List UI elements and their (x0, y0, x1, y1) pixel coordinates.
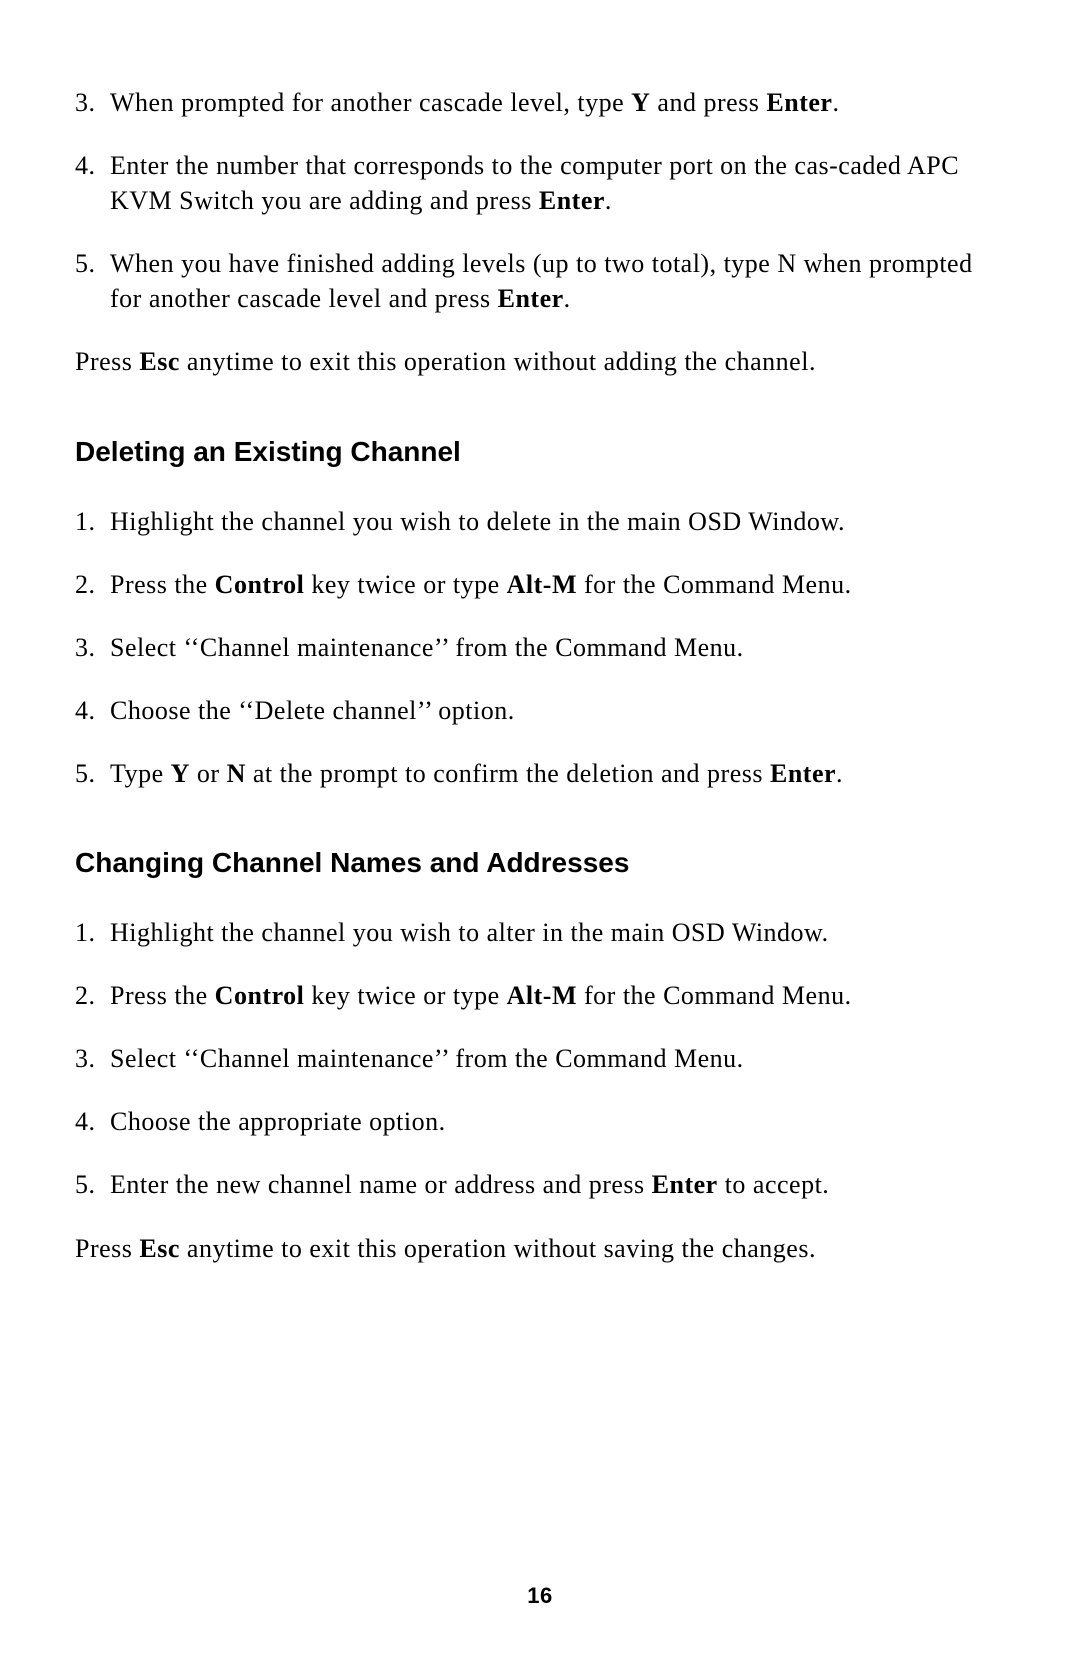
text: for the Command Menu. (577, 981, 852, 1010)
section-heading: Deleting an Existing Channel (75, 436, 1005, 468)
text: for the Command Menu. (577, 570, 852, 599)
list-item: 3. When prompted for another cascade lev… (75, 85, 1005, 120)
text: Press the (110, 570, 215, 599)
bold-text: Alt-M (507, 570, 577, 599)
section-changing: Changing Channel Names and Addresses 1. … (75, 847, 1005, 1266)
text: . (564, 284, 571, 313)
section-deleting: Deleting an Existing Channel 1. Highligh… (75, 436, 1005, 791)
text: Select ‘‘Channel maintenance’’ from the … (110, 1044, 744, 1073)
text: and press (650, 88, 766, 117)
list-number: 1. (75, 504, 96, 539)
section-continued: 3. When prompted for another cascade lev… (75, 85, 1005, 380)
list-number: 5. (75, 246, 96, 281)
page-number: 16 (0, 1583, 1080, 1609)
list-item: 4. Choose the ‘‘Delete channel’’ option. (75, 693, 1005, 728)
text: key twice or type (304, 570, 506, 599)
list-item: 4. Enter the number that corresponds to … (75, 148, 1005, 218)
bold-text: Alt-M (507, 981, 577, 1010)
list-number: 3. (75, 1041, 96, 1076)
list-number: 4. (75, 693, 96, 728)
bold-text: Enter (766, 88, 832, 117)
paragraph: Press Esc anytime to exit this operation… (75, 1231, 1005, 1266)
list-item: 5. When you have finished adding levels … (75, 246, 1005, 316)
text: Choose the ‘‘Delete channel’’ option. (110, 696, 515, 725)
bold-text: N (227, 759, 246, 788)
text: anytime to exit this operation without s… (180, 1234, 816, 1263)
text: at the prompt to confirm the deletion an… (246, 759, 770, 788)
list-number: 2. (75, 978, 96, 1013)
list-number: 3. (75, 630, 96, 665)
bold-text: Y (631, 88, 650, 117)
text: . (836, 759, 843, 788)
text: . (605, 186, 612, 215)
bold-text: Enter (498, 284, 564, 313)
bold-text: Control (215, 570, 305, 599)
bold-text: Enter (652, 1170, 718, 1199)
list-number: 2. (75, 567, 96, 602)
section-heading: Changing Channel Names and Addresses (75, 847, 1005, 879)
text: anytime to exit this operation without a… (180, 347, 816, 376)
bold-text: Esc (139, 1234, 180, 1263)
bold-text: Control (215, 981, 305, 1010)
text: Enter the new channel name or address an… (110, 1170, 652, 1199)
text: to accept. (718, 1170, 830, 1199)
list-number: 5. (75, 756, 96, 791)
list-item: 4. Choose the appropriate option. (75, 1104, 1005, 1139)
text: Select ‘‘Channel maintenance’’ from the … (110, 633, 744, 662)
list-item: 1. Highlight the channel you wish to alt… (75, 915, 1005, 950)
text: Press (75, 347, 139, 376)
text: Press (75, 1234, 139, 1263)
list-number: 4. (75, 1104, 96, 1139)
text: Enter the number that corresponds to the… (110, 151, 959, 215)
text: Press the (110, 981, 215, 1010)
bold-text: Y (171, 759, 190, 788)
text: Highlight the channel you wish to alter … (110, 918, 829, 947)
list-item: 1. Highlight the channel you wish to del… (75, 504, 1005, 539)
list-number: 5. (75, 1167, 96, 1202)
text: When prompted for another cascade level,… (110, 88, 631, 117)
text: . (832, 88, 839, 117)
list-item: 5. Enter the new channel name or address… (75, 1167, 1005, 1202)
text: Type (110, 759, 171, 788)
bold-text: Enter (539, 186, 605, 215)
list-item: 3. Select ‘‘Channel maintenance’’ from t… (75, 1041, 1005, 1076)
text: or (190, 759, 227, 788)
list-number: 1. (75, 915, 96, 950)
list-item: 3. Select ‘‘Channel maintenance’’ from t… (75, 630, 1005, 665)
list-item: 2. Press the Control key twice or type A… (75, 978, 1005, 1013)
list-item: 5. Type Y or N at the prompt to confirm … (75, 756, 1005, 791)
bold-text: Enter (770, 759, 836, 788)
list-number: 3. (75, 85, 96, 120)
list-number: 4. (75, 148, 96, 183)
text: Choose the appropriate option. (110, 1107, 446, 1136)
list-item: 2. Press the Control key twice or type A… (75, 567, 1005, 602)
paragraph: Press Esc anytime to exit this operation… (75, 344, 1005, 379)
text: Highlight the channel you wish to delete… (110, 507, 845, 536)
bold-text: Esc (139, 347, 180, 376)
text: key twice or type (304, 981, 506, 1010)
